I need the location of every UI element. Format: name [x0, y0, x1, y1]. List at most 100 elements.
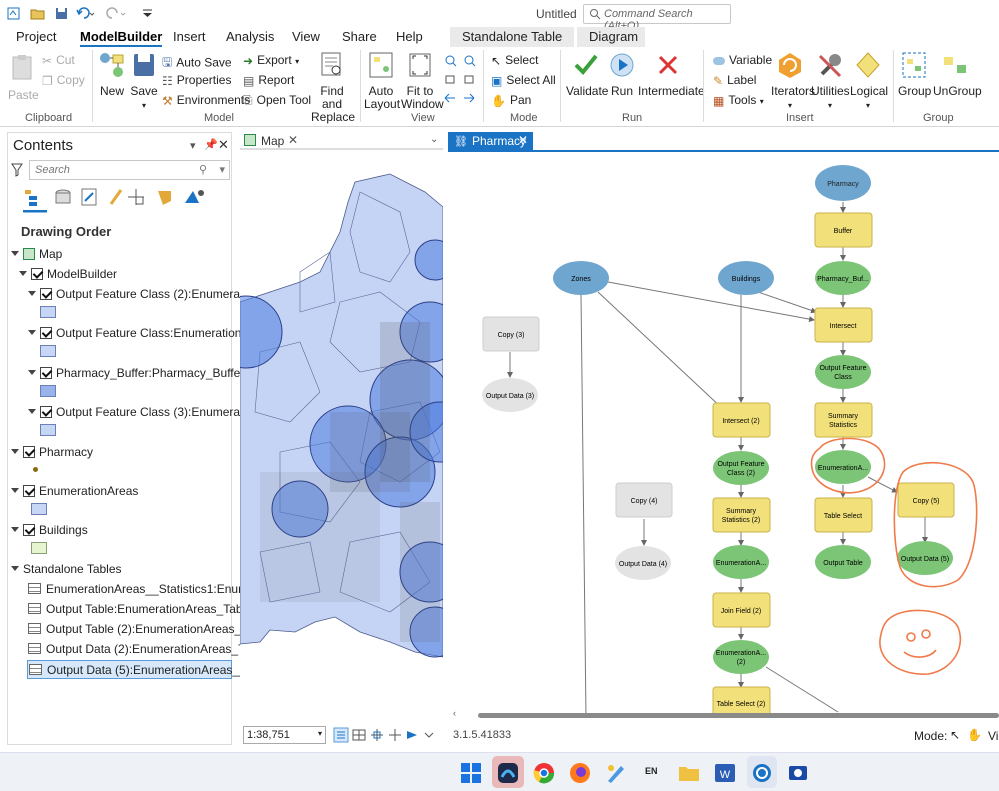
tool-node-summary-statistics-2[interactable]: Summary Statistics (2): [712, 497, 771, 533]
pan-button[interactable]: ✋ Pan: [491, 93, 531, 108]
derived-data-node-enumeration-b[interactable]: EnumerationA...: [713, 545, 769, 579]
close-icon[interactable]: ✕: [518, 133, 528, 147]
tab-modelbuilder[interactable]: ModelBuilder: [80, 29, 163, 48]
close-icon[interactable]: ✕: [218, 137, 229, 153]
toc-table-row[interactable]: Output Data (2):EnumerationAreas_Tabl...: [28, 642, 270, 658]
checkbox[interactable]: [40, 288, 52, 300]
open-folder-icon[interactable]: [30, 6, 45, 21]
checkbox[interactable]: [40, 327, 52, 339]
pharmacy-model-tab[interactable]: ⛓ Pharmacy ✕: [448, 132, 533, 150]
toc-map-row[interactable]: Map: [11, 247, 62, 263]
camera-app-icon[interactable]: [787, 762, 809, 784]
toc-enumeration-areas-row[interactable]: EnumerationAreas: [11, 484, 138, 500]
tool-node-buffer[interactable]: Buffer: [814, 212, 873, 248]
auto-layout-button[interactable]: Auto Layout: [364, 51, 400, 111]
redo-icon[interactable]: [106, 6, 126, 21]
derived-data-node-output-feature-class[interactable]: Output Feature Class: [815, 355, 871, 389]
paint-app-icon[interactable]: [605, 762, 627, 784]
chrome-icon[interactable]: [533, 762, 555, 784]
tool-node-summary-statistics[interactable]: Summary Statistics: [814, 402, 873, 438]
app-widgets-icon[interactable]: [497, 762, 519, 784]
tool-node-copy-3[interactable]: Copy (3): [482, 316, 540, 352]
chevron-down-icon[interactable]: ⌄: [430, 134, 438, 145]
checkbox[interactable]: [23, 485, 35, 497]
tool-node-intersect-2[interactable]: Intersect (2): [712, 402, 771, 438]
derived-data-node-output-feature-class-2[interactable]: Output Feature Class (2): [713, 451, 769, 485]
intermediate-button[interactable]: Intermediate: [638, 51, 705, 98]
pin-icon[interactable]: 📌: [204, 138, 218, 151]
word-icon[interactable]: W: [714, 762, 736, 784]
tool-node-table-select[interactable]: Table Select: [814, 497, 873, 533]
new-project-icon[interactable]: [6, 6, 21, 21]
undo-icon[interactable]: [75, 6, 95, 21]
zoom-tools-icons[interactable]: [443, 53, 479, 107]
tab-standalone-table[interactable]: Standalone Table: [450, 27, 575, 47]
pan-mode-hand-icon[interactable]: ✋: [967, 728, 982, 742]
checkbox[interactable]: [23, 524, 35, 536]
utilities-button[interactable]: Utilities ▾: [811, 51, 850, 112]
export-button[interactable]: ➜ Export ▾: [243, 53, 299, 68]
filter-icon[interactable]: [11, 163, 23, 177]
auto-save-button[interactable]: 🖫 Auto Save: [162, 53, 232, 74]
label-button[interactable]: ✎ Label: [713, 73, 756, 88]
map-scale-combobox[interactable]: 1:38,751 ▾: [243, 726, 326, 744]
checkbox[interactable]: [40, 367, 52, 379]
scrollbar-thumb[interactable]: [478, 713, 999, 718]
tab-insert[interactable]: Insert: [173, 29, 206, 44]
contents-search-input[interactable]: Search ⚲ ▾: [29, 160, 230, 180]
tab-analysis[interactable]: Analysis: [226, 29, 274, 44]
firefox-icon[interactable]: [569, 762, 591, 784]
layer-symbol-swatch[interactable]: [31, 542, 47, 554]
group-button[interactable]: Group: [898, 51, 931, 98]
tools-button[interactable]: ▦ Tools ▾: [713, 93, 764, 108]
derived-data-node-enumeration-c[interactable]: EnumerationA... (2): [713, 640, 769, 674]
environments-button[interactable]: ⚒ Environments: [162, 93, 250, 108]
derived-data-node-enumeration-a[interactable]: EnumerationA...: [815, 450, 871, 484]
properties-button[interactable]: ☷ Properties: [162, 73, 231, 88]
toc-modelbuilder-group[interactable]: ModelBuilder: [19, 267, 117, 283]
select-mode-arrow-icon[interactable]: ↖: [950, 728, 960, 742]
input-data-node-buildings[interactable]: Buildings: [718, 261, 774, 295]
derived-data-node-output-data-3[interactable]: Output Data (3): [482, 378, 538, 412]
run-button[interactable]: Run: [608, 51, 636, 98]
windows-start-icon[interactable]: [460, 762, 482, 784]
new-model-button[interactable]: New: [97, 51, 127, 98]
point-symbol[interactable]: [33, 467, 38, 472]
tool-node-copy-5[interactable]: Copy (5): [897, 482, 955, 518]
file-explorer-icon[interactable]: [678, 762, 700, 784]
close-icon[interactable]: ✕: [288, 133, 298, 147]
layer-symbol-swatch[interactable]: [40, 345, 56, 357]
tab-help[interactable]: Help: [396, 29, 423, 44]
language-indicator-icon[interactable]: EN: [645, 766, 658, 776]
select-all-button[interactable]: ▣ Select All: [491, 73, 556, 88]
layer-symbol-swatch[interactable]: [31, 503, 47, 515]
validate-button[interactable]: Validate: [566, 51, 608, 98]
save-model-button[interactable]: Save ▾: [130, 51, 158, 112]
toc-table-row-selected[interactable]: Output Data (5):EnumerationAreas__Stat..…: [27, 660, 277, 679]
diagram-horizontal-scrollbar[interactable]: ‹: [448, 708, 999, 720]
derived-data-node-output-data-5[interactable]: Output Data (5): [897, 541, 953, 575]
input-data-node-pharmacy[interactable]: Pharmacy: [815, 165, 871, 201]
map-canvas[interactable]: [240, 152, 443, 722]
tool-node-copy-4[interactable]: Copy (4): [615, 482, 673, 518]
toc-layer-row[interactable]: Pharmacy_Buffer:Pharmacy_Buffer1: [28, 366, 251, 382]
toc-buildings-row[interactable]: Buildings: [11, 523, 88, 539]
map-tab[interactable]: Map ✕ ⌄: [240, 132, 443, 150]
model-diagram-canvas[interactable]: Pharmacy Buffer Pharmacy_Buf... Intersec…: [448, 152, 999, 717]
report-button[interactable]: ▤ Report: [243, 73, 294, 88]
open-tool-button[interactable]: ⎘ Open Tool: [243, 93, 311, 108]
tab-share[interactable]: Share: [342, 29, 377, 44]
logical-button[interactable]: Logical ▾: [850, 51, 888, 112]
toc-pharmacy-row[interactable]: Pharmacy: [11, 445, 93, 461]
tab-view[interactable]: View: [292, 29, 320, 44]
customize-qat-icon[interactable]: [140, 6, 155, 21]
tool-node-intersect[interactable]: Intersect: [814, 307, 873, 343]
tab-project[interactable]: Project: [16, 29, 56, 44]
toc-standalone-tables-group[interactable]: Standalone Tables: [11, 562, 122, 578]
select-button[interactable]: ↖ Select: [491, 53, 538, 68]
input-data-node-zones[interactable]: Zones: [553, 261, 609, 295]
ungroup-button[interactable]: UnGroup: [933, 51, 982, 98]
toc-table-row[interactable]: Output Table (2):EnumerationAreas_Tabl..…: [28, 622, 273, 638]
cut-button[interactable]: ✂ Cut: [42, 53, 75, 68]
copy-button[interactable]: ❐ Copy: [42, 73, 85, 88]
